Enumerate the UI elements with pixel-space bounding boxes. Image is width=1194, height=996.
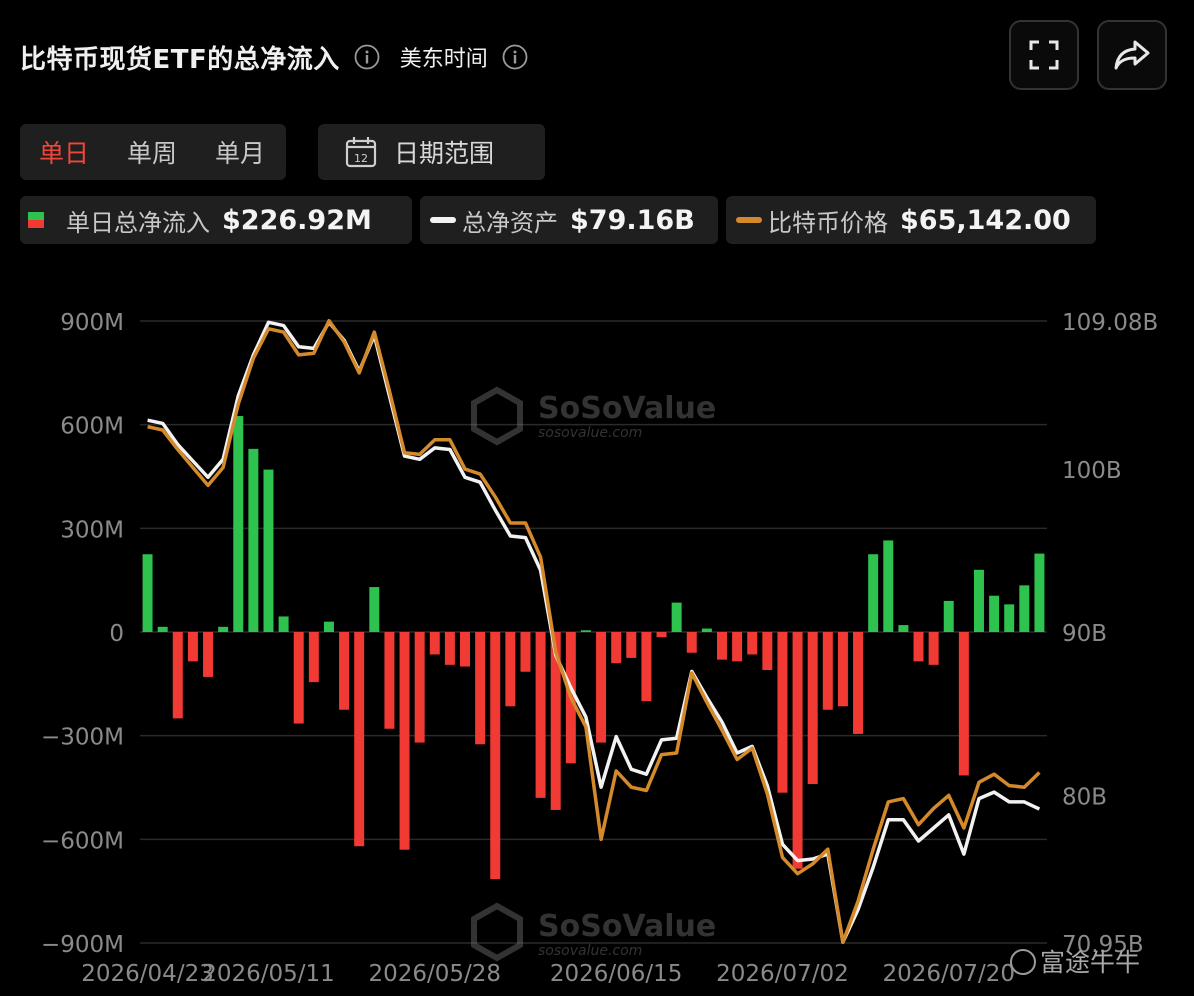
- y-left-tick-label: 0: [109, 621, 124, 647]
- inflow-bar[interactable]: [505, 632, 516, 707]
- inflow-bar[interactable]: [611, 632, 622, 664]
- inflow-bar[interactable]: [1019, 585, 1030, 632]
- y-left-tick-label: −600M: [41, 828, 124, 854]
- inflow-bar[interactable]: [384, 632, 395, 729]
- inflow-bar[interactable]: [475, 632, 486, 745]
- inflow-bar[interactable]: [928, 632, 939, 665]
- inflow-bar[interactable]: [913, 632, 924, 662]
- y-right-tick-label: 109.08B: [1062, 310, 1158, 336]
- inflow-bar[interactable]: [263, 469, 274, 632]
- inflow-bar[interactable]: [248, 448, 259, 632]
- inflow-bar[interactable]: [399, 632, 410, 850]
- inflow-bar[interactable]: [580, 630, 591, 632]
- inflow-bar[interactable]: [671, 602, 682, 632]
- sosovalue-logo-icon: [471, 902, 523, 962]
- inflow-bar[interactable]: [293, 632, 304, 724]
- inflow-bar[interactable]: [203, 632, 214, 677]
- futu-watermark-text: 富途牛牛: [1040, 948, 1140, 977]
- inflow-bar[interactable]: [732, 632, 743, 662]
- inflow-bar[interactable]: [641, 632, 652, 702]
- inflow-bar[interactable]: [1004, 604, 1015, 632]
- inflow-bar[interactable]: [172, 632, 183, 719]
- x-tick-label: 2026/05/11: [202, 961, 335, 987]
- sosovalue-watermark-top: SoSoValue sosovalue.com: [471, 386, 716, 446]
- futu-watermark: 富途牛牛: [1010, 948, 1140, 977]
- inflow-bar[interactable]: [717, 632, 727, 660]
- inflow-bar[interactable]: [233, 416, 244, 632]
- x-tick-label: 2026/06/15: [550, 961, 683, 987]
- inflow-bar[interactable]: [429, 632, 440, 655]
- inflow-bar[interactable]: [883, 540, 894, 632]
- watermark-brand: SoSoValue: [538, 391, 716, 426]
- x-axis-labels: 2026/04/232026/05/11 2026/05/28 2026/06/15…: [81, 961, 1015, 987]
- inflow-bar[interactable]: [853, 632, 864, 734]
- x-tick-label: 2026/07/20: [882, 961, 1015, 987]
- inflow-bar[interactable]: [278, 616, 289, 632]
- inflow-bar[interactable]: [792, 632, 803, 869]
- inflow-bar[interactable]: [354, 632, 365, 847]
- inflow-bar[interactable]: [444, 632, 455, 665]
- inflow-bar[interactable]: [520, 632, 531, 672]
- y-right-tick-label: 90B: [1062, 621, 1107, 647]
- watermark-brand: SoSoValue: [538, 909, 716, 944]
- inflow-bar[interactable]: [807, 632, 818, 785]
- inflow-bar[interactable]: [157, 626, 168, 632]
- x-tick-label: 2026/04/23: [81, 961, 214, 987]
- y-left-tick-label: −300M: [41, 725, 124, 751]
- inflow-bar[interactable]: [958, 632, 969, 776]
- inflow-bar[interactable]: [747, 632, 758, 655]
- inflow-bar[interactable]: [762, 632, 773, 671]
- inflow-bar[interactable]: [142, 554, 153, 632]
- inflow-bar[interactable]: [323, 621, 334, 632]
- inflow-bar[interactable]: [943, 600, 954, 632]
- inflow-bar[interactable]: [898, 625, 909, 632]
- inflow-bar[interactable]: [535, 632, 546, 798]
- sosovalue-logo-icon: [471, 386, 523, 446]
- inflow-bar[interactable]: [626, 632, 637, 658]
- inflow-bar[interactable]: [490, 632, 501, 880]
- y-right-tick-label: 80B: [1062, 784, 1107, 810]
- x-tick-label: 2026/07/02: [716, 961, 849, 987]
- inflow-bar[interactable]: [414, 632, 425, 743]
- watermark-url: sosovalue.com: [538, 943, 642, 959]
- inflow-bar[interactable]: [460, 632, 470, 667]
- y-left-tick-label: −900M: [41, 932, 124, 958]
- inflow-bar[interactable]: [218, 626, 229, 632]
- inflow-bar[interactable]: [187, 632, 198, 662]
- etf-flow-chart[interactable]: SoSoValue sosovalue.com SoSoValue sosova…: [0, 0, 1194, 996]
- inflow-bar[interactable]: [1034, 553, 1045, 632]
- inflow-bar[interactable]: [777, 632, 788, 793]
- inflow-bar[interactable]: [308, 632, 319, 683]
- inflow-bar[interactable]: [989, 595, 1000, 632]
- inflow-bar[interactable]: [656, 632, 667, 638]
- inflow-bar[interactable]: [339, 632, 350, 710]
- inflow-bar[interactable]: [369, 587, 380, 632]
- inflow-bar[interactable]: [973, 569, 984, 632]
- x-tick-label: 2026/05/28: [368, 961, 501, 987]
- inflow-bar[interactable]: [822, 632, 833, 710]
- y-left-tick-label: 900M: [60, 310, 124, 336]
- watermark-url: sosovalue.com: [538, 425, 642, 441]
- sosovalue-watermark-bottom: SoSoValue sosovalue.com: [471, 902, 716, 962]
- inflow-bar[interactable]: [596, 632, 607, 743]
- y-left-tick-label: 600M: [60, 414, 124, 440]
- inflow-bar[interactable]: [868, 554, 879, 632]
- inflow-bar[interactable]: [701, 628, 712, 632]
- inflow-bar[interactable]: [837, 632, 848, 707]
- y-right-tick-label: 100B: [1062, 458, 1122, 484]
- inflow-bar[interactable]: [686, 632, 697, 653]
- y-left-tick-label: 300M: [60, 517, 124, 543]
